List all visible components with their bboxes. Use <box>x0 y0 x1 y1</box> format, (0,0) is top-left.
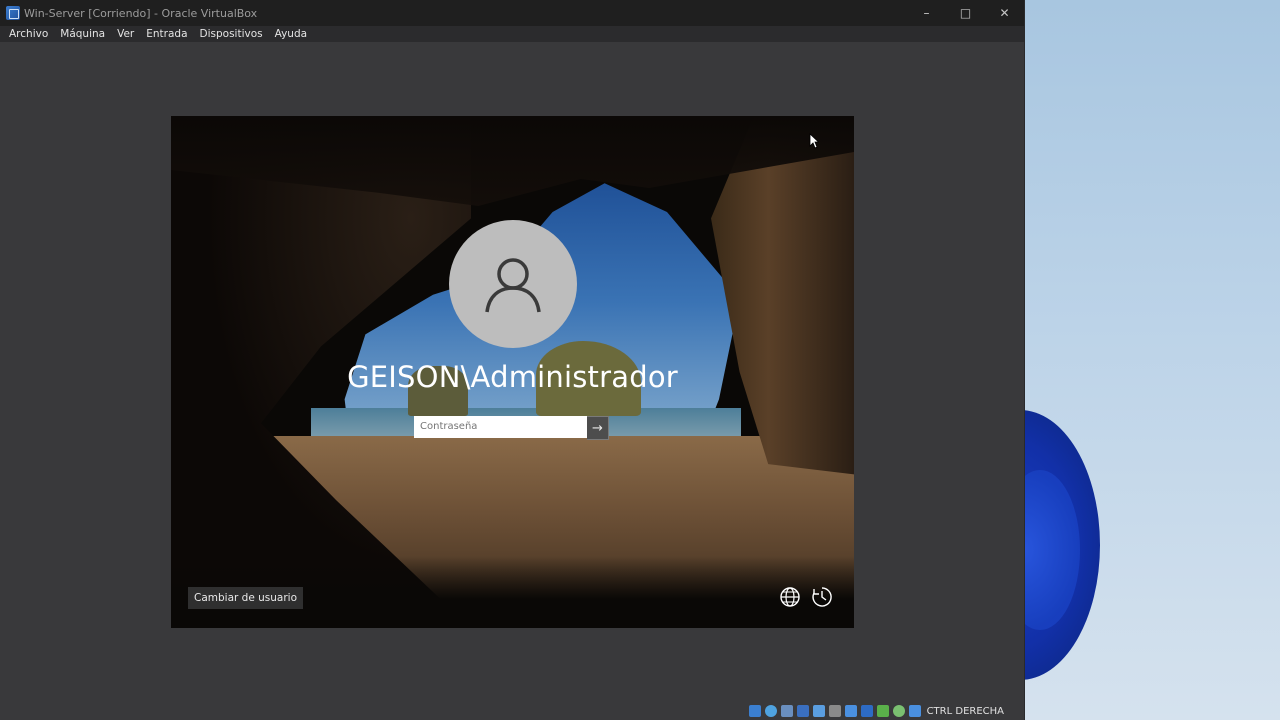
password-box: → <box>414 416 611 440</box>
maximize-button[interactable]: □ <box>946 0 985 26</box>
audio-icon[interactable] <box>780 705 793 717</box>
password-input[interactable] <box>414 416 587 438</box>
accessibility-icon <box>812 587 832 607</box>
hard-disk-icon[interactable] <box>748 705 761 717</box>
network-icon[interactable] <box>796 705 809 717</box>
close-icon: ✕ <box>999 6 1010 20</box>
accessibility-button[interactable] <box>810 585 834 609</box>
menu-maquina[interactable]: Máquina <box>54 28 111 40</box>
maximize-icon: □ <box>959 6 972 20</box>
display-icon[interactable] <box>844 705 857 717</box>
arrow-right-icon: → <box>592 420 603 436</box>
user-icon <box>485 258 541 313</box>
menu-dispositivos[interactable]: Dispositivos <box>194 28 269 40</box>
language-icon <box>780 587 800 607</box>
mouse-integration-icon[interactable] <box>892 705 905 717</box>
menu-archivo[interactable]: Archivo <box>3 28 54 40</box>
cpu-icon[interactable] <box>876 705 889 717</box>
vm-display[interactable]: GEISON\Administrador → Cambiar de usuari… <box>171 116 854 628</box>
recording-icon[interactable] <box>860 705 873 717</box>
menu-ver[interactable]: Ver <box>111 28 140 40</box>
user-avatar <box>449 220 577 348</box>
minimize-icon: – <box>923 6 930 20</box>
optical-drive-icon[interactable] <box>764 705 777 717</box>
language-button[interactable] <box>778 585 802 609</box>
shared-folders-icon[interactable] <box>828 705 841 717</box>
menu-entrada[interactable]: Entrada <box>140 28 193 40</box>
usb-icon[interactable] <box>812 705 825 717</box>
keyboard-icon[interactable] <box>908 705 921 717</box>
host-key-label: CTRL DERECHA <box>926 705 1004 717</box>
window-title: Win-Server [Corriendo] - Oracle VirtualB… <box>24 6 258 20</box>
minimize-button[interactable]: – <box>907 0 946 26</box>
virtualbox-app-icon <box>6 6 20 20</box>
switch-user-button[interactable]: Cambiar de usuario <box>188 587 304 609</box>
menu-ayuda[interactable]: Ayuda <box>269 28 313 40</box>
status-bar: CTRL DERECHA <box>0 702 1024 720</box>
title-bar[interactable]: Win-Server [Corriendo] - Oracle VirtualB… <box>0 0 1024 26</box>
menu-bar: Archivo Máquina Ver Entrada Dispositivos… <box>0 26 1024 42</box>
virtualbox-window: Win-Server [Corriendo] - Oracle VirtualB… <box>0 0 1025 720</box>
user-name: GEISON\Administrador <box>347 360 678 394</box>
close-button[interactable]: ✕ <box>985 0 1024 26</box>
submit-button[interactable]: → <box>587 416 609 440</box>
mouse-cursor-icon <box>809 133 819 149</box>
